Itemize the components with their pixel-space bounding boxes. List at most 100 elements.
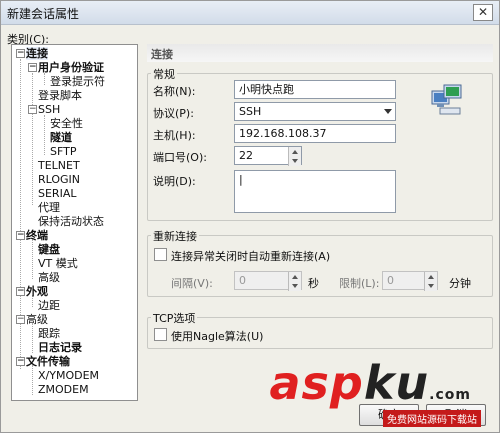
tree-item-label: RLOGIN bbox=[38, 173, 81, 186]
tree-item-label: 终端 bbox=[26, 229, 48, 242]
general-group-label: 常规 bbox=[151, 66, 177, 82]
name-input[interactable]: 小明快点跑 bbox=[234, 80, 396, 99]
spin-down-icon bbox=[292, 159, 298, 163]
port-spinner[interactable]: 22 bbox=[234, 146, 302, 166]
protocol-value: SSH bbox=[239, 105, 262, 118]
auto-reconnect-checkbox[interactable] bbox=[154, 248, 167, 261]
interval-spin-buttons[interactable] bbox=[288, 272, 301, 291]
reconnect-group-label: 重新连接 bbox=[151, 228, 199, 244]
watermark-part-a: asp bbox=[269, 356, 364, 410]
tree-item-label: SSH bbox=[38, 103, 61, 116]
tree-expand-toggle-icon[interactable]: − bbox=[16, 357, 25, 366]
description-textarea[interactable]: | bbox=[234, 170, 396, 213]
tree-item[interactable]: RLOGIN bbox=[38, 173, 80, 187]
tree-item-label: SFTP bbox=[50, 145, 77, 158]
tree-item[interactable]: − 外观 bbox=[16, 285, 48, 299]
spin-up-icon bbox=[428, 275, 434, 279]
tree-item[interactable]: 高级 bbox=[38, 271, 60, 285]
tree-item-label: 隧道 bbox=[50, 131, 72, 144]
window-title: 新建会话属性 bbox=[7, 7, 80, 21]
limit-unit: 分钟 bbox=[449, 277, 471, 290]
tree-item[interactable]: 保持活动状态 bbox=[38, 215, 104, 229]
tree-item-label: 连接 bbox=[26, 47, 48, 60]
tree-item[interactable]: X/YMODEM bbox=[38, 369, 99, 383]
port-label: 端口号(O): bbox=[153, 151, 207, 164]
name-label: 名称(N): bbox=[153, 85, 196, 98]
tree-expand-toggle-icon[interactable]: − bbox=[16, 287, 25, 296]
tree-expand-toggle-icon[interactable]: − bbox=[28, 63, 37, 72]
watermark-tld: .com bbox=[429, 387, 471, 403]
watermark-part-b: ku bbox=[363, 356, 430, 410]
tree-item[interactable]: 跟踪 bbox=[38, 327, 60, 341]
close-icon: ✕ bbox=[477, 5, 489, 19]
tree-item[interactable]: 边距 bbox=[38, 299, 60, 313]
limit-value: 0 bbox=[387, 274, 394, 287]
tree-item[interactable]: VT 模式 bbox=[38, 257, 78, 271]
limit-spinner[interactable]: 0 bbox=[382, 271, 438, 291]
tcp-group-label: TCP选项 bbox=[151, 310, 198, 326]
interval-value: 0 bbox=[239, 274, 246, 287]
auto-reconnect-label: 连接异常关闭时自动重新连接(A) bbox=[171, 250, 331, 263]
tree-item[interactable]: 登录脚本 bbox=[38, 89, 82, 103]
network-computers-icon bbox=[431, 84, 462, 115]
tree-item[interactable]: 隧道 bbox=[50, 131, 72, 145]
limit-label: 限制(L): bbox=[339, 277, 380, 290]
spin-up-icon bbox=[292, 275, 298, 279]
protocol-label: 协议(P): bbox=[153, 107, 194, 120]
tree-expand-toggle-icon[interactable]: − bbox=[16, 315, 25, 324]
panel-title: 连接 bbox=[147, 44, 493, 62]
tree-item[interactable]: − 文件传输 bbox=[16, 355, 70, 369]
tree-item-label: 边距 bbox=[38, 299, 60, 312]
tree-item-label: ZMODEM bbox=[38, 383, 89, 396]
nagle-checkbox[interactable] bbox=[154, 328, 167, 341]
protocol-select[interactable]: SSH bbox=[234, 102, 396, 121]
tree-item[interactable]: 安全性 bbox=[50, 117, 83, 131]
tree-item[interactable]: − 高级 bbox=[16, 313, 48, 327]
interval-unit: 秒 bbox=[308, 277, 319, 290]
host-input[interactable]: 192.168.108.37 bbox=[234, 124, 396, 143]
tree-item-label: 高级 bbox=[26, 313, 48, 326]
tree-item[interactable]: SERIAL bbox=[38, 187, 76, 201]
tree-item-label: 登录提示符 bbox=[50, 75, 105, 88]
port-spin-buttons[interactable] bbox=[288, 147, 301, 166]
tree-item[interactable]: SFTP bbox=[50, 145, 76, 159]
tree-item[interactable]: 键盘 bbox=[38, 243, 60, 257]
tree-item[interactable]: TELNET bbox=[38, 159, 80, 173]
tree-item[interactable]: 日志记录 bbox=[38, 341, 82, 355]
close-button[interactable]: ✕ bbox=[473, 4, 493, 21]
tree-expand-toggle-icon[interactable]: − bbox=[16, 231, 25, 240]
tree-expand-toggle-icon[interactable]: − bbox=[28, 105, 37, 114]
tree-item-label: 保持活动状态 bbox=[38, 215, 104, 228]
tree-item-label: 日志记录 bbox=[38, 341, 82, 354]
host-value: 192.168.108.37 bbox=[239, 127, 327, 140]
tree-item-label: 代理 bbox=[38, 201, 60, 214]
session-properties-dialog: 新建会话属性 ✕ 类别(C): − 连接 − 用户身份验证 登录提示符 登录脚本 − SSH 安… bbox=[0, 0, 500, 433]
category-tree[interactable]: − 连接 − 用户身份验证 登录提示符 登录脚本 − SSH 安全性 隧道 SFTP TELNET RL… bbox=[11, 44, 138, 401]
tree-item-label: X/YMODEM bbox=[38, 369, 100, 382]
nagle-label: 使用Nagle算法(U) bbox=[171, 330, 264, 343]
tree-item-label: 跟踪 bbox=[38, 327, 60, 340]
tree-item-label: 键盘 bbox=[38, 243, 60, 256]
tree-item-label: 文件传输 bbox=[26, 355, 70, 368]
port-value: 22 bbox=[239, 149, 253, 162]
tree-item-label: VT 模式 bbox=[38, 257, 78, 270]
tree-item[interactable]: − 连接 bbox=[16, 47, 48, 61]
tree-item-label: 登录脚本 bbox=[38, 89, 82, 102]
tree-item[interactable]: − SSH bbox=[28, 103, 61, 117]
tree-item[interactable]: 代理 bbox=[38, 201, 60, 215]
aspku-watermark: aspku.com bbox=[269, 356, 471, 410]
interval-label: 间隔(V): bbox=[171, 277, 213, 290]
tree-item[interactable]: 登录提示符 bbox=[50, 75, 105, 89]
tree-item[interactable]: ZMODEM bbox=[38, 383, 89, 397]
interval-spinner[interactable]: 0 bbox=[234, 271, 302, 291]
tree-item-label: 用户身份验证 bbox=[38, 61, 104, 74]
description-value: | bbox=[239, 173, 243, 186]
watermark-subtitle: 免费网站源码下载站 bbox=[383, 410, 481, 427]
tree-item[interactable]: − 用户身份验证 bbox=[28, 61, 104, 75]
tree-expand-toggle-icon[interactable]: − bbox=[16, 49, 25, 58]
limit-spin-buttons[interactable] bbox=[424, 272, 437, 291]
tree-item[interactable]: − 终端 bbox=[16, 229, 48, 243]
tree-item-label: 安全性 bbox=[50, 117, 83, 130]
description-label: 说明(D): bbox=[153, 175, 196, 188]
spin-up-icon bbox=[292, 150, 298, 154]
